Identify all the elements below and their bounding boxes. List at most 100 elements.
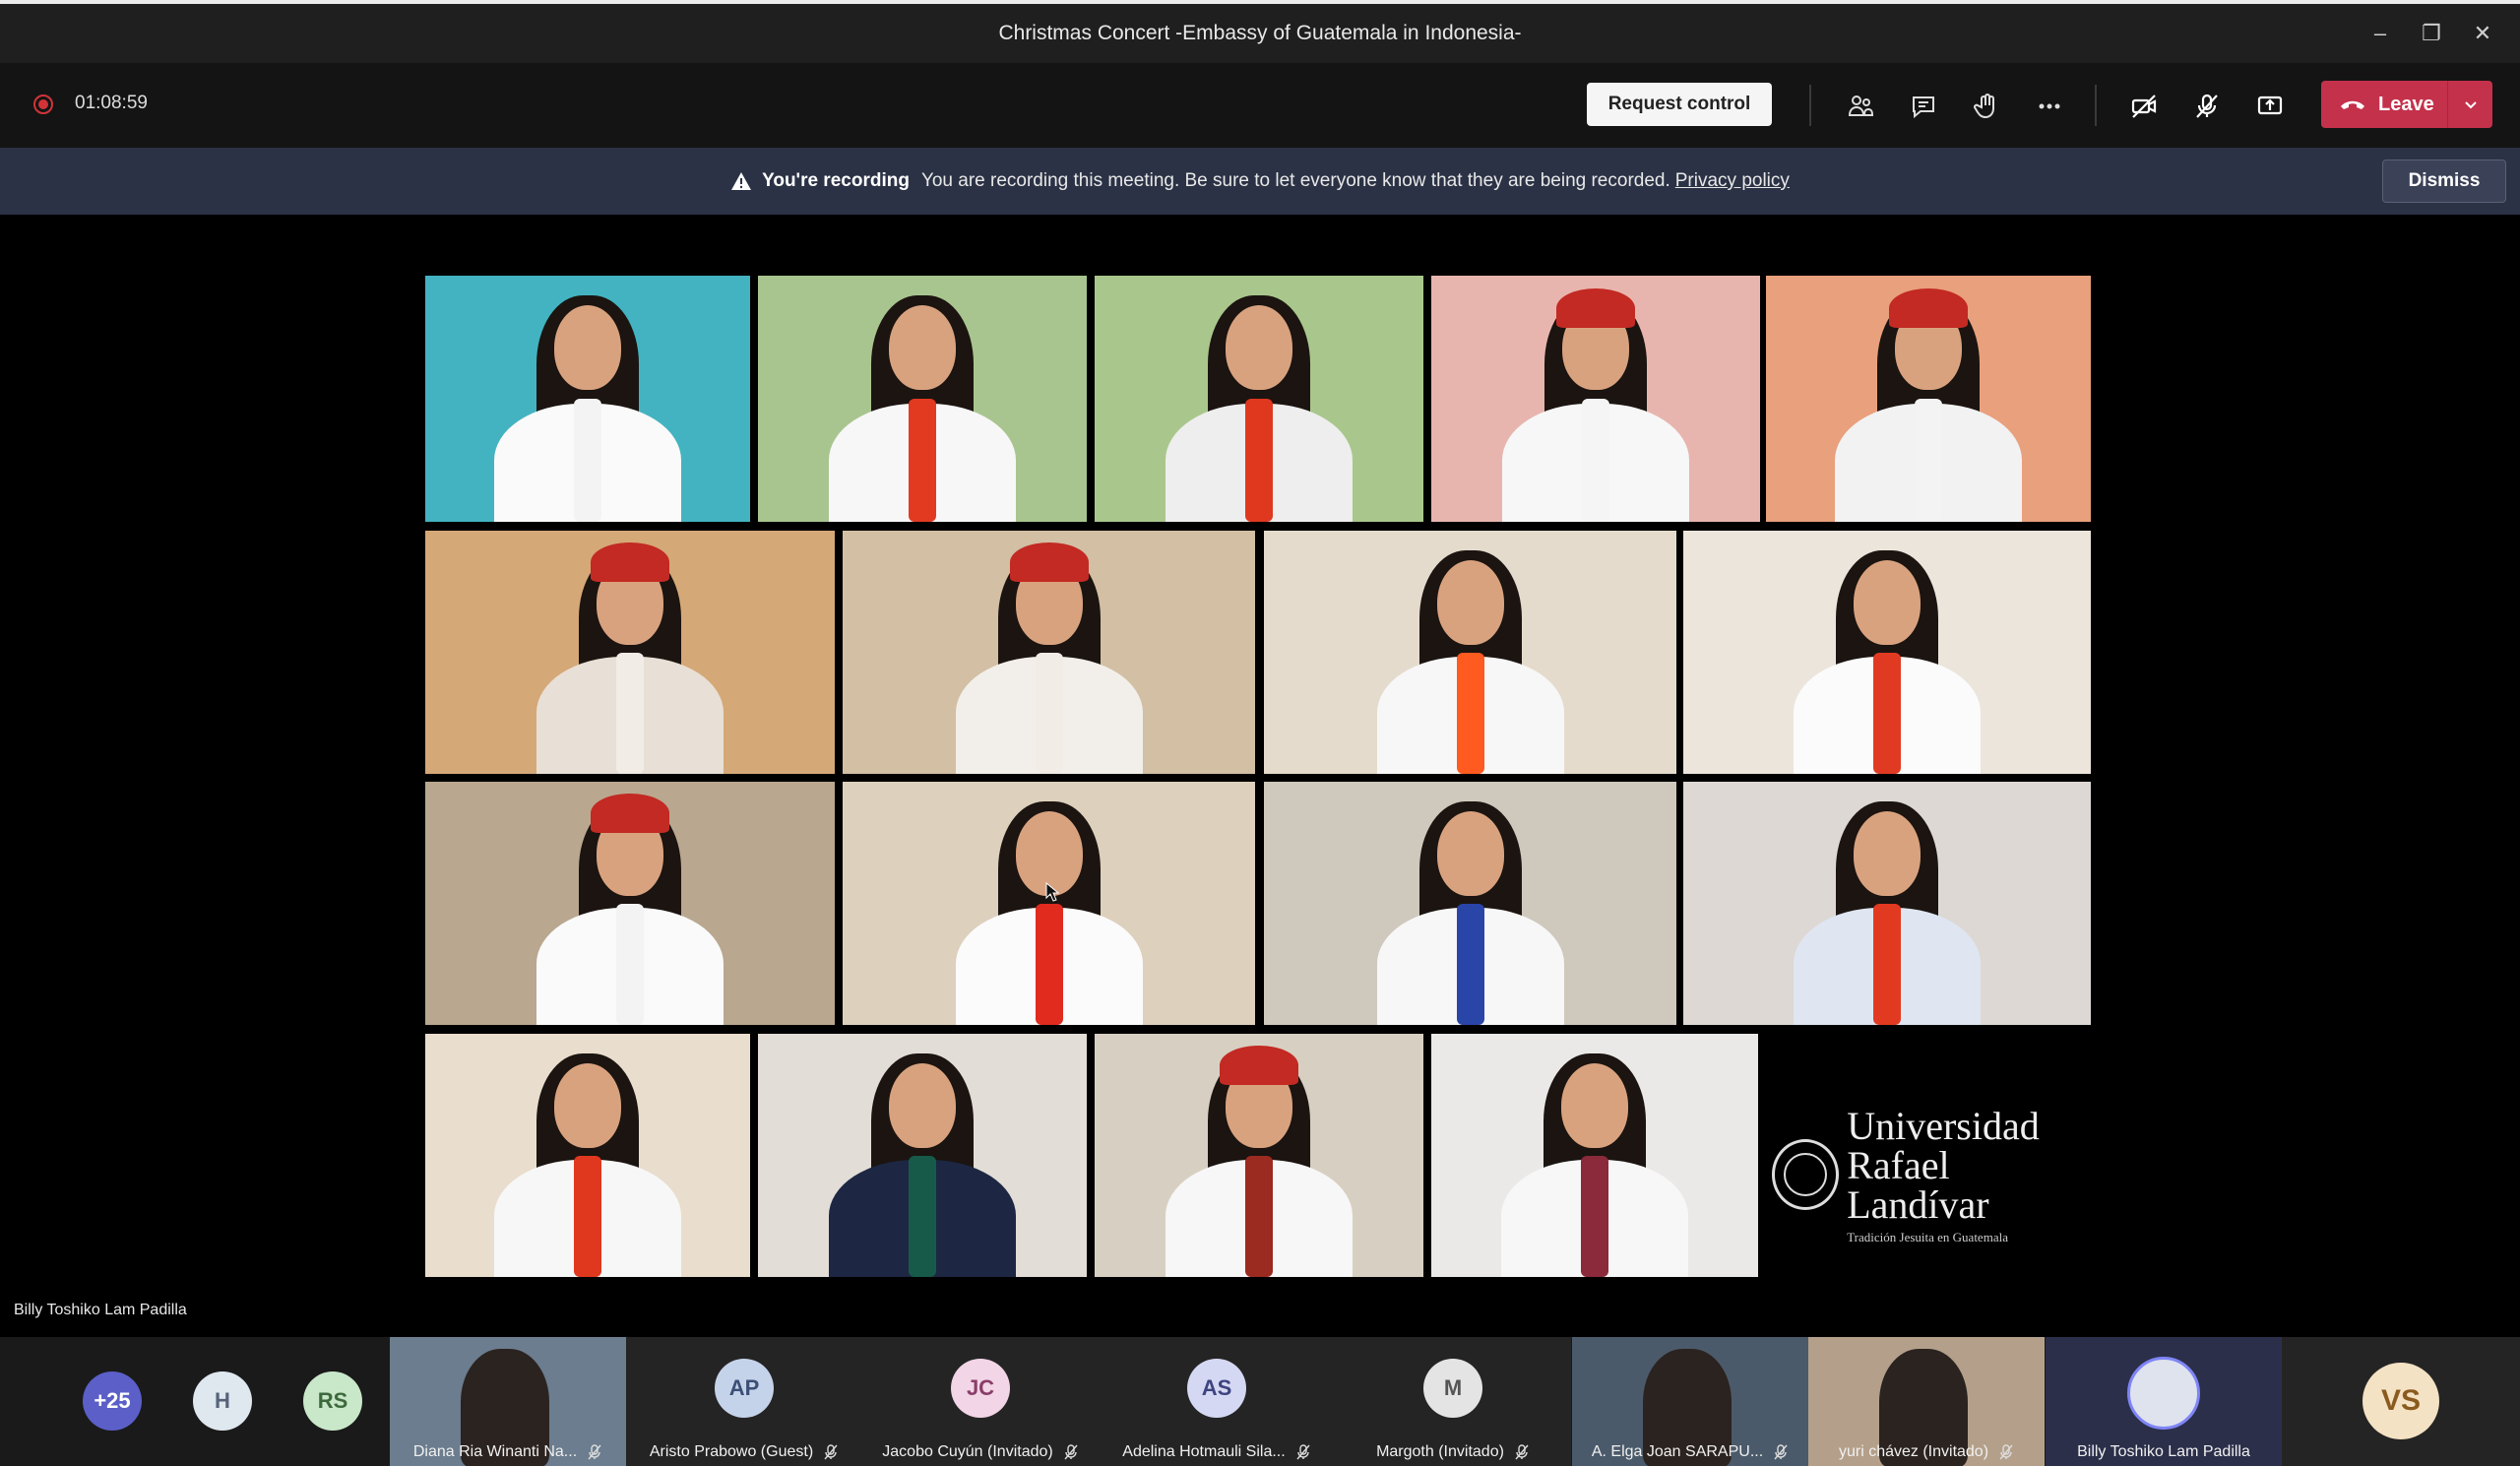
singer-face: [1436, 559, 1504, 645]
singer-scarf: [1456, 903, 1484, 1025]
video-tile: [1095, 276, 1423, 522]
singer-face: [889, 305, 956, 390]
camera-off-icon[interactable]: [2124, 87, 2164, 126]
muted-microphone-icon: [823, 1444, 839, 1460]
participants-icon[interactable]: [1841, 87, 1880, 126]
singer-scarf: [1245, 1155, 1273, 1277]
participant-avatar: AP: [715, 1359, 774, 1418]
participant-name-label: Aristo Prabowo (Guest): [649, 1443, 814, 1460]
singer-scarf: [616, 903, 644, 1025]
logo-line-1: Universidad: [1847, 1103, 2040, 1148]
participant-tile[interactable]: Billy Toshiko Lam Padilla: [2046, 1337, 2282, 1466]
singer-face: [1854, 559, 1921, 645]
participant-tile[interactable]: A. Elga Joan SARAPU...: [1572, 1337, 1808, 1466]
video-tile: [1264, 531, 1676, 774]
muted-microphone-icon: [587, 1444, 602, 1460]
participant-name: Margoth (Invitado): [1335, 1438, 1571, 1466]
participant-avatar: AS: [1187, 1359, 1246, 1418]
restore-icon[interactable]: ❐: [2406, 21, 2457, 46]
recording-banner: You're recording You are recording this …: [0, 148, 2520, 215]
santa-hat: [1009, 542, 1089, 583]
singer-face: [889, 1062, 956, 1148]
muted-microphone-icon: [1295, 1444, 1311, 1460]
muted-microphone-icon: [1063, 1444, 1079, 1460]
singer-scarf: [1873, 652, 1901, 774]
video-tile: [425, 276, 750, 522]
singer-scarf: [1245, 399, 1273, 522]
microphone-off-icon[interactable]: [2187, 87, 2227, 126]
phone-hangup-icon: [2341, 100, 2364, 109]
participant-avatar[interactable]: H: [193, 1371, 252, 1431]
leave-main[interactable]: Leave: [2321, 81, 2447, 128]
participant-name-label: Jacobo Cuyún (Invitado): [882, 1443, 1053, 1460]
muted-microphone-icon: [1773, 1444, 1789, 1460]
singer-scarf: [1035, 903, 1063, 1025]
participant-avatar: M: [1423, 1359, 1482, 1418]
video-tile: [425, 782, 835, 1025]
singer-scarf: [574, 399, 601, 522]
warning-icon: [731, 172, 752, 190]
profile-photo: [2127, 1357, 2200, 1430]
singer-face: [1436, 810, 1504, 896]
singer-face: [1226, 305, 1292, 390]
chat-icon[interactable]: [1904, 87, 1943, 126]
video-tile: [758, 1034, 1087, 1277]
logo-text: Universidad Rafael Landívar Tradición Je…: [1847, 1103, 2087, 1244]
logo-tagline: Tradición Jesuita en Guatemala: [1847, 1229, 2008, 1244]
participant-avatar[interactable]: RS: [303, 1371, 362, 1431]
minimize-icon[interactable]: –: [2355, 21, 2406, 46]
toolbar-divider: [1809, 85, 1811, 126]
participant-tile[interactable]: M Margoth (Invitado): [1335, 1337, 1571, 1466]
singer-scarf: [616, 652, 644, 774]
participant-avatar: VS: [2362, 1363, 2439, 1439]
participant-avatar: JC: [951, 1359, 1010, 1418]
participant-name-label: Diana Ria Winanti Na...: [412, 1443, 578, 1460]
participant-tile[interactable]: AP Aristo Prabowo (Guest): [626, 1337, 862, 1466]
participant-tile[interactable]: JC Jacobo Cuyún (Invitado): [862, 1337, 1099, 1466]
video-tile: [1683, 782, 2091, 1025]
singer-scarf: [1915, 399, 1942, 522]
dismiss-button[interactable]: Dismiss: [2382, 159, 2506, 203]
privacy-policy-link[interactable]: Privacy policy: [1675, 170, 1790, 192]
window-controls: – ❐ ✕: [2355, 4, 2508, 63]
toolbar-divider: [2095, 85, 2097, 126]
mouse-cursor-icon: [1045, 882, 1059, 902]
request-control-button[interactable]: Request control: [1587, 83, 1772, 126]
singer-scarf: [1581, 1155, 1608, 1277]
singer-scarf: [909, 399, 936, 522]
chevron-down-icon[interactable]: [2448, 95, 2492, 114]
participant-name-label: Billy Toshiko Lam Padilla: [2077, 1443, 2250, 1460]
singer-scarf: [909, 1155, 936, 1277]
video-tile: [1683, 531, 2091, 774]
santa-hat: [1556, 287, 1635, 328]
participant-name: Billy Toshiko Lam Padilla: [2046, 1438, 2282, 1466]
santa-hat: [1889, 287, 1968, 328]
santa-hat: [1220, 1046, 1298, 1086]
presenter-name: Billy Toshiko Lam Padilla: [14, 1302, 187, 1318]
video-tile: [1431, 276, 1760, 522]
participant-name-label: Adelina Hotmauli Sila...: [1122, 1443, 1286, 1460]
participant-tile[interactable]: Diana Ria Winanti Na...: [390, 1337, 626, 1466]
leave-button[interactable]: Leave: [2321, 81, 2492, 128]
video-tile: [1431, 1034, 1758, 1277]
singer-face: [554, 305, 621, 390]
singer-scarf: [1035, 652, 1063, 774]
video-tile: [425, 531, 835, 774]
participant-name: Diana Ria Winanti Na...: [390, 1438, 626, 1466]
raise-hand-icon[interactable]: [1967, 87, 2006, 126]
singer-scarf: [1582, 399, 1609, 522]
singer-face: [1854, 810, 1921, 896]
overflow-participants-button[interactable]: +25: [83, 1371, 142, 1431]
window-title: Christmas Concert -Embassy of Guatemala …: [998, 22, 1522, 44]
close-icon[interactable]: ✕: [2457, 21, 2508, 46]
more-options-icon[interactable]: [2030, 87, 2069, 126]
participant-name-label: yuri chávez (Invitado): [1838, 1443, 1989, 1460]
participant-tile[interactable]: VS: [2282, 1337, 2520, 1466]
title-bar: Christmas Concert -Embassy of Guatemala …: [0, 0, 2520, 63]
participant-tile[interactable]: yuri chávez (Invitado): [1808, 1337, 2045, 1466]
share-screen-icon[interactable]: [2250, 87, 2290, 126]
participant-name: Jacobo Cuyún (Invitado): [862, 1438, 1099, 1466]
singer-scarf: [1873, 903, 1901, 1025]
singer-scarf: [574, 1155, 601, 1277]
participant-tile[interactable]: AS Adelina Hotmauli Sila...: [1099, 1337, 1335, 1466]
